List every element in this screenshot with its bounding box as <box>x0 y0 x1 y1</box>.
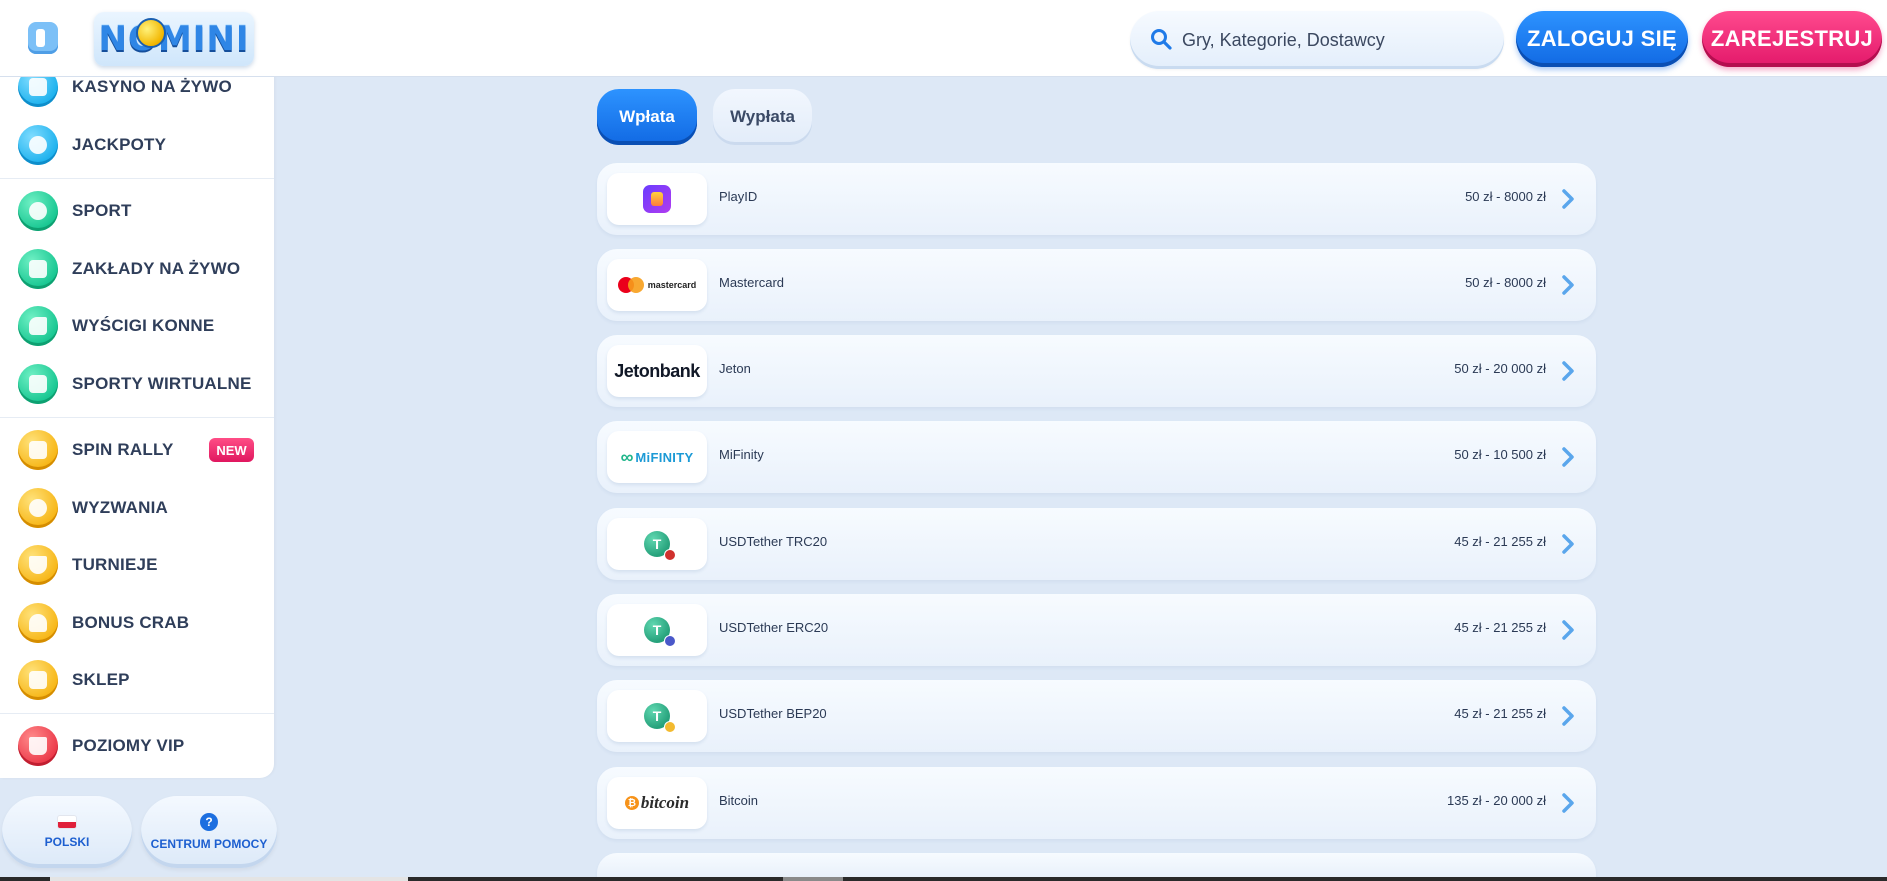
sidebar-item-label: SPORT <box>72 201 132 220</box>
payment-row-bitcoin[interactable]: ₿ bitcoin Bitcoin 135 zł - 20 000 zł <box>597 767 1596 839</box>
language-button[interactable]: POLSKI <box>2 796 132 868</box>
mifinity-logo: ∞ MiFINITY <box>607 431 707 483</box>
sidebar-item-label: WYŚCIGI KONNE <box>72 316 215 335</box>
tether-trc20-logo: T <box>607 518 707 570</box>
sidebar-item-label: SKLEP <box>72 670 130 689</box>
sidebar-item-challenges[interactable]: WYZWANIA <box>0 480 274 536</box>
payment-row-mifinity[interactable]: ∞ MiFINITY MiFinity 50 zł - 10 500 zł <box>597 421 1596 493</box>
language-label: POLSKI <box>44 835 90 849</box>
tab-withdraw[interactable]: Wypłata <box>713 89 812 145</box>
site-logo[interactable]: NOMINI <box>94 12 254 66</box>
sidebar-item-label: WYZWANIA <box>72 498 169 517</box>
payment-name: USDTether BEP20 <box>719 706 827 721</box>
chevron-right-icon <box>1562 447 1574 467</box>
lemon-icon <box>136 18 166 48</box>
sidebar-item-live-bets[interactable]: ZAKŁADY NA ŻYWO <box>0 241 274 297</box>
logo-text: NOMINI <box>98 19 250 59</box>
sidebar-item-horse-racing[interactable]: WYŚCIGI KONNE <box>0 298 274 354</box>
payment-name: Jeton <box>719 361 751 376</box>
payment-range: 50 zł - 20 000 zł <box>1454 361 1546 376</box>
sidebar-item-spin-rally[interactable]: SPIN RALLY NEW <box>0 422 274 478</box>
sidebar-item-tournaments[interactable]: TURNIEJE <box>0 537 274 593</box>
payment-range: 45 zł - 21 255 zł <box>1454 706 1546 721</box>
payment-range: 45 zł - 21 255 zł <box>1454 534 1546 549</box>
virtual-sports-icon <box>18 364 58 404</box>
payment-row-usdt-trc20[interactable]: T USDTether TRC20 45 zł - 21 255 zł <box>597 508 1596 580</box>
new-badge: NEW <box>209 438 254 462</box>
payment-name: Mastercard <box>719 275 785 290</box>
bitcoin-logo: ₿ bitcoin <box>607 777 707 829</box>
sidebar-item-label: JACKPOTY <box>72 135 167 154</box>
sidebar-item-sport[interactable]: SPORT <box>0 183 274 239</box>
sidebar-item-label: SPIN RALLY <box>72 440 174 459</box>
payment-row-usdt-bep20[interactable]: T USDTether BEP20 45 zł - 21 255 zł <box>597 680 1596 752</box>
chevron-right-icon <box>1562 620 1574 640</box>
sidebar: KASYNO NA ŻYWO JACKPOTY SPORT ZAKŁADY NA… <box>0 70 274 778</box>
window-bottom-strip <box>0 877 1887 881</box>
search-input[interactable] <box>1182 21 1482 59</box>
search-icon <box>1151 29 1172 50</box>
register-button[interactable]: ZAREJESTRUJ <box>1702 11 1882 67</box>
header: NOMINI ZALOGUJ SIĘ ZAREJESTRUJ <box>0 0 1887 77</box>
payment-name: USDTether ERC20 <box>719 620 829 635</box>
shop-icon <box>18 660 58 700</box>
chevron-right-icon <box>1562 706 1574 726</box>
trophy-icon <box>18 545 58 585</box>
crab-icon <box>18 603 58 643</box>
payment-range: 45 zł - 21 255 zł <box>1454 620 1546 635</box>
chevron-right-icon <box>1562 534 1574 554</box>
jackpot-icon <box>18 125 58 165</box>
poland-flag-icon <box>57 815 77 829</box>
sidebar-item-label: SPORTY WIRTUALNE <box>72 374 252 393</box>
soccer-ball-icon <box>18 191 58 231</box>
help-icon: ? <box>200 813 218 831</box>
sidebar-item-jackpots[interactable]: JACKPOTY <box>0 117 274 173</box>
mastercard-logo: mastercard <box>607 259 707 311</box>
payment-row-mastercard[interactable]: mastercard Mastercard 50 zł - 8000 zł <box>597 249 1596 321</box>
sidebar-item-virtual-sports[interactable]: SPORTY WIRTUALNE <box>0 356 274 412</box>
sidebar-divider <box>0 713 274 714</box>
payment-name: PlayID <box>719 189 758 204</box>
sidebar-item-vip-levels[interactable]: POZIOMY VIP <box>0 718 274 774</box>
payment-name: Bitcoin <box>719 793 759 808</box>
tab-deposit[interactable]: Wpłata <box>597 89 697 145</box>
tether-bep20-logo: T <box>607 690 707 742</box>
sidebar-item-label: ZAKŁADY NA ŻYWO <box>72 259 241 278</box>
payment-row-jeton[interactable]: Jetonbank Jeton 50 zł - 20 000 zł <box>597 335 1596 407</box>
playid-logo <box>607 173 707 225</box>
crown-icon <box>18 726 58 766</box>
sidebar-divider <box>0 178 274 179</box>
chevron-right-icon <box>1562 275 1574 295</box>
help-center-button[interactable]: ? CENTRUM POMOCY <box>141 796 277 868</box>
sidebar-item-label: KASYNO NA ŻYWO <box>72 77 232 96</box>
chevron-right-icon <box>1562 793 1574 813</box>
sidebar-item-bonus-crab[interactable]: BONUS CRAB <box>0 595 274 651</box>
payment-row-playid[interactable]: PlayID 50 zł - 8000 zł <box>597 163 1596 235</box>
login-button[interactable]: ZALOGUJ SIĘ <box>1516 11 1688 67</box>
tether-erc20-logo: T <box>607 604 707 656</box>
payment-range: 50 zł - 8000 zł <box>1465 189 1546 204</box>
payment-range: 50 zł - 8000 zł <box>1465 275 1546 290</box>
help-label: CENTRUM POMOCY <box>150 837 268 851</box>
payment-name: USDTether TRC20 <box>719 534 828 549</box>
chevron-right-icon <box>1562 189 1574 209</box>
payment-row-partial[interactable] <box>597 853 1596 877</box>
sidebar-toggle-button[interactable] <box>28 22 58 54</box>
live-bets-icon <box>18 249 58 289</box>
sidebar-item-label: BONUS CRAB <box>72 613 190 632</box>
horse-icon <box>18 306 58 346</box>
sidebar-item-label: POZIOMY VIP <box>72 736 185 755</box>
chevron-right-icon <box>1562 361 1574 381</box>
payment-row-usdt-erc20[interactable]: T USDTether ERC20 45 zł - 21 255 zł <box>597 594 1596 666</box>
medal-icon <box>18 488 58 528</box>
payment-range: 135 zł - 20 000 zł <box>1446 793 1546 808</box>
sidebar-item-shop[interactable]: SKLEP <box>0 652 274 708</box>
payment-name: MiFinity <box>719 447 764 462</box>
sidebar-item-label: TURNIEJE <box>72 555 158 574</box>
flag-icon <box>18 430 58 470</box>
search-box[interactable] <box>1130 11 1504 69</box>
payment-range: 50 zł - 10 500 zł <box>1454 447 1546 462</box>
sidebar-divider <box>0 417 274 418</box>
jetonbank-logo: Jetonbank <box>607 345 707 397</box>
